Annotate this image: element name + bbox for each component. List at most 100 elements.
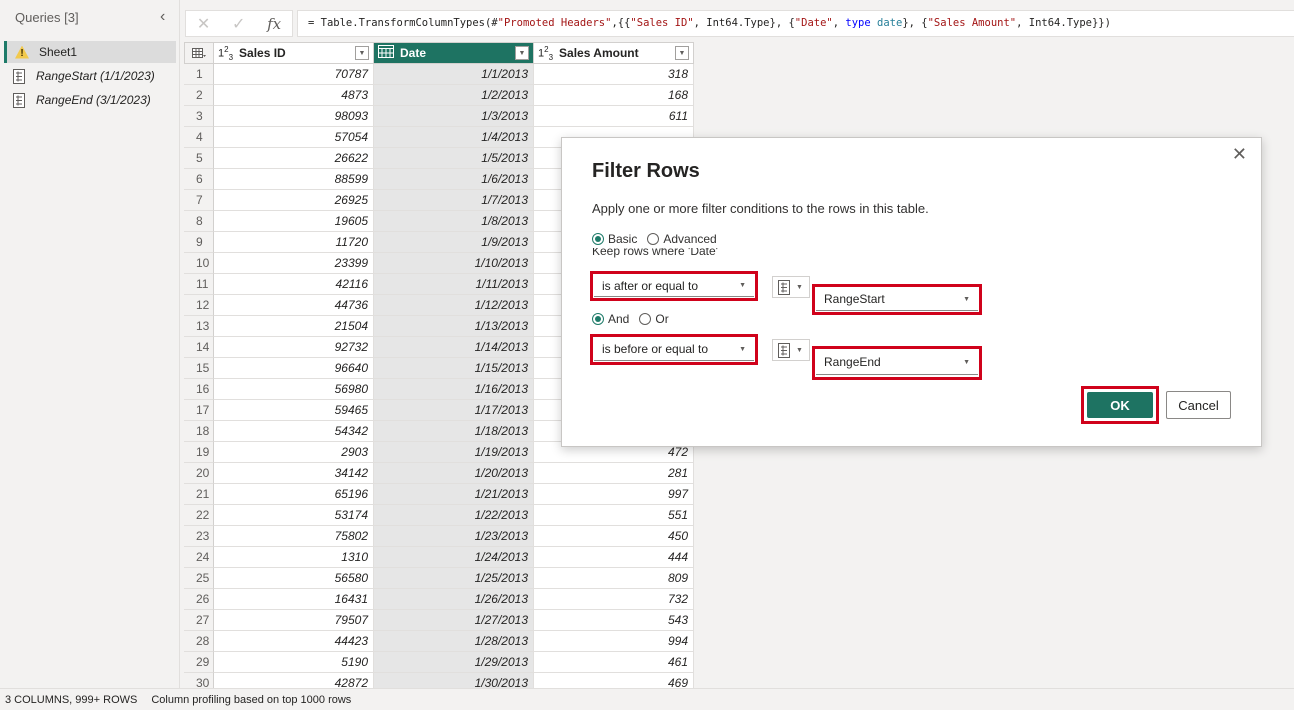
cell-sales-id[interactable]: 79507 — [214, 610, 374, 631]
column-filter-dropdown[interactable]: ▼ — [515, 46, 529, 60]
cell-date[interactable]: 1/7/2013 — [374, 190, 534, 211]
column-header-date[interactable]: Date ▼ — [374, 42, 534, 64]
cell-sales-id[interactable]: 4873 — [214, 85, 374, 106]
cell-sales-id[interactable]: 96640 — [214, 358, 374, 379]
column-filter-dropdown[interactable]: ▼ — [675, 46, 689, 60]
cell-date[interactable]: 1/6/2013 — [374, 169, 534, 190]
table-menu-button[interactable] — [184, 42, 214, 64]
cell-sales-amount[interactable]: 318 — [534, 64, 694, 85]
cell-date[interactable]: 1/5/2013 — [374, 148, 534, 169]
cell-sales-amount[interactable]: 994 — [534, 631, 694, 652]
cell-sales-id[interactable]: 53174 — [214, 505, 374, 526]
cell-sales-id[interactable]: 1310 — [214, 547, 374, 568]
cell-sales-id[interactable]: 56580 — [214, 568, 374, 589]
cell-date[interactable]: 1/25/2013 — [374, 568, 534, 589]
cell-sales-amount[interactable]: 543 — [534, 610, 694, 631]
query-item-rangeend[interactable]: RangeEnd (3/1/2023) — [4, 89, 176, 111]
cell-sales-id[interactable]: 98093 — [214, 106, 374, 127]
cell-date[interactable]: 1/11/2013 — [374, 274, 534, 295]
cell-sales-amount[interactable]: 281 — [534, 463, 694, 484]
cell-sales-amount[interactable]: 611 — [534, 106, 694, 127]
cancel-button[interactable]: Cancel — [1166, 391, 1231, 419]
cell-sales-amount[interactable]: 168 — [534, 85, 694, 106]
cell-date[interactable]: 1/1/2013 — [374, 64, 534, 85]
cell-sales-id[interactable]: 19605 — [214, 211, 374, 232]
commit-formula-icon[interactable]: ✓ — [232, 14, 245, 34]
basic-radio[interactable]: Basic — [592, 232, 637, 246]
cell-date[interactable]: 1/3/2013 — [374, 106, 534, 127]
cell-sales-id[interactable]: 26925 — [214, 190, 374, 211]
cell-sales-id[interactable]: 92732 — [214, 337, 374, 358]
cell-sales-id[interactable]: 59465 — [214, 400, 374, 421]
cell-sales-amount[interactable]: 997 — [534, 484, 694, 505]
cell-sales-amount[interactable]: 444 — [534, 547, 694, 568]
cancel-formula-icon[interactable]: ✕ — [197, 14, 210, 34]
cell-date[interactable]: 1/12/2013 — [374, 295, 534, 316]
cell-sales-id[interactable]: 44423 — [214, 631, 374, 652]
value-select-2[interactable]: RangeEnd ▼ — [816, 350, 978, 375]
cell-date[interactable]: 1/14/2013 — [374, 337, 534, 358]
cell-sales-id[interactable]: 11720 — [214, 232, 374, 253]
operator-select-1[interactable]: is after or equal to ▼ — [594, 275, 754, 297]
cell-date[interactable]: 1/13/2013 — [374, 316, 534, 337]
cell-sales-id[interactable]: 57054 — [214, 127, 374, 148]
cell-date[interactable]: 1/29/2013 — [374, 652, 534, 673]
cell-sales-id[interactable]: 21504 — [214, 316, 374, 337]
cell-date[interactable]: 1/21/2013 — [374, 484, 534, 505]
cell-date[interactable]: 1/24/2013 — [374, 547, 534, 568]
operator-select-2[interactable]: is before or equal to ▼ — [594, 338, 754, 361]
cell-sales-id[interactable]: 2903 — [214, 442, 374, 463]
cell-date[interactable]: 1/20/2013 — [374, 463, 534, 484]
cell-date[interactable]: 1/15/2013 — [374, 358, 534, 379]
ok-button[interactable]: OK — [1087, 392, 1153, 418]
close-icon[interactable]: ✕ — [1232, 144, 1247, 165]
and-radio[interactable]: And — [592, 312, 629, 326]
column-header-sales-amount[interactable]: 123 Sales Amount ▼ — [534, 42, 694, 64]
cell-sales-id[interactable]: 16431 — [214, 589, 374, 610]
cell-date[interactable]: 1/8/2013 — [374, 211, 534, 232]
cell-sales-amount[interactable]: 809 — [534, 568, 694, 589]
cell-date[interactable]: 1/26/2013 — [374, 589, 534, 610]
value-type-button-1[interactable]: ▼ — [772, 276, 810, 298]
cell-date[interactable]: 1/2/2013 — [374, 85, 534, 106]
whole-number-type-icon[interactable]: 123 — [218, 45, 233, 62]
advanced-radio[interactable]: Advanced — [647, 232, 717, 246]
column-header-sales-id[interactable]: 123 Sales ID ▼ — [214, 42, 374, 64]
column-filter-dropdown[interactable]: ▼ — [355, 46, 369, 60]
cell-sales-id[interactable]: 56980 — [214, 379, 374, 400]
cell-sales-id[interactable]: 88599 — [214, 169, 374, 190]
cell-sales-id[interactable]: 44736 — [214, 295, 374, 316]
cell-date[interactable]: 1/4/2013 — [374, 127, 534, 148]
value-type-button-2[interactable]: ▼ — [772, 339, 810, 361]
cell-sales-id[interactable]: 42116 — [214, 274, 374, 295]
cell-sales-amount[interactable]: 732 — [534, 589, 694, 610]
cell-date[interactable]: 1/9/2013 — [374, 232, 534, 253]
cell-date[interactable]: 1/23/2013 — [374, 526, 534, 547]
cell-sales-id[interactable]: 23399 — [214, 253, 374, 274]
collapse-pane-button[interactable]: ‹ — [160, 8, 165, 26]
cell-sales-amount[interactable]: 450 — [534, 526, 694, 547]
cell-date[interactable]: 1/17/2013 — [374, 400, 534, 421]
cell-date[interactable]: 1/19/2013 — [374, 442, 534, 463]
profiling-status[interactable]: Column profiling based on top 1000 rows — [151, 694, 351, 706]
cell-sales-amount[interactable]: 551 — [534, 505, 694, 526]
cell-date[interactable]: 1/28/2013 — [374, 631, 534, 652]
cell-date[interactable]: 1/16/2013 — [374, 379, 534, 400]
cell-date[interactable]: 1/22/2013 — [374, 505, 534, 526]
formula-input[interactable]: = Table.TransformColumnTypes(#"Promoted … — [297, 10, 1294, 37]
query-item-sheet1[interactable]: ! Sheet1 — [4, 41, 176, 63]
cell-sales-id[interactable]: 54342 — [214, 421, 374, 442]
cell-sales-id[interactable]: 34142 — [214, 463, 374, 484]
cell-sales-id[interactable]: 70787 — [214, 64, 374, 85]
date-type-icon[interactable] — [378, 45, 394, 61]
cell-date[interactable]: 1/18/2013 — [374, 421, 534, 442]
or-radio[interactable]: Or — [639, 312, 669, 326]
fx-icon[interactable]: fx — [267, 15, 281, 33]
cell-date[interactable]: 1/27/2013 — [374, 610, 534, 631]
cell-date[interactable]: 1/10/2013 — [374, 253, 534, 274]
cell-sales-id[interactable]: 26622 — [214, 148, 374, 169]
cell-sales-id[interactable]: 75802 — [214, 526, 374, 547]
cell-sales-id[interactable]: 5190 — [214, 652, 374, 673]
whole-number-type-icon[interactable]: 123 — [538, 45, 553, 62]
value-select-1[interactable]: RangeStart ▼ — [816, 288, 978, 311]
